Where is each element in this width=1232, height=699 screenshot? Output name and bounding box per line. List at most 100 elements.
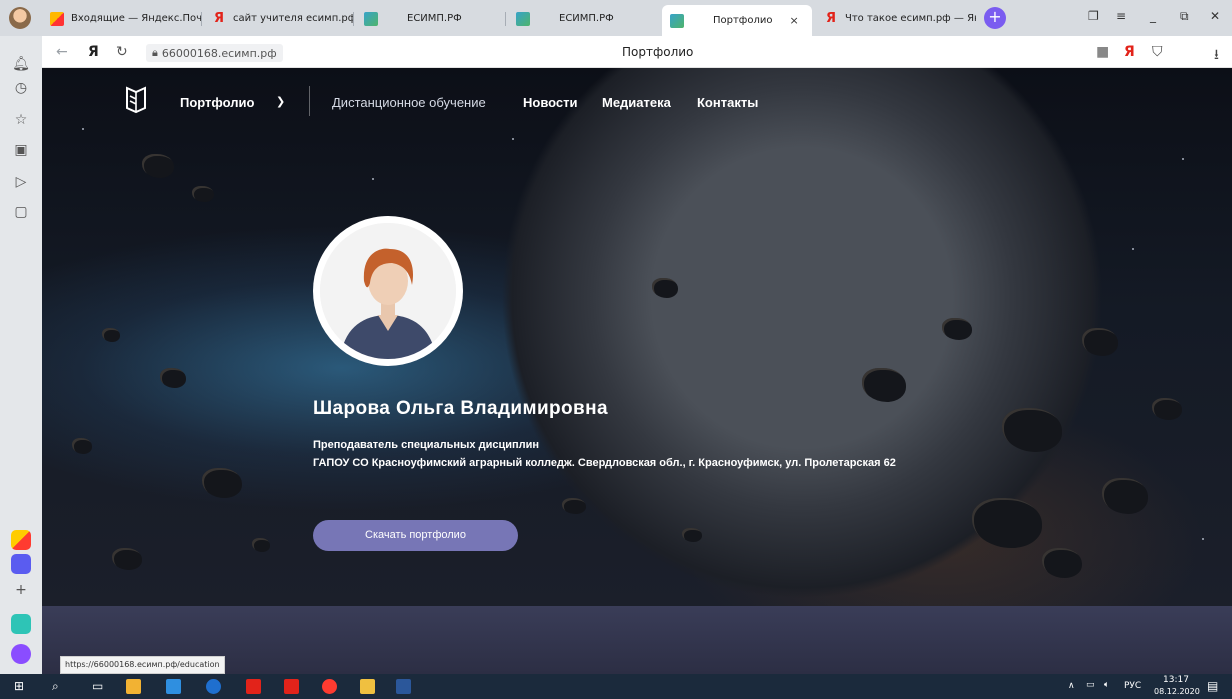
- tab-esimp-1[interactable]: ЕСИМП.РФ: [356, 5, 506, 32]
- notifications-icon[interactable]: 🔔︎: [11, 54, 31, 74]
- windows-taskbar: ⊞ ⌕ ▭ ∧ ▭ 🔈︎ РУС 13:17 08.12.2020 ▤: [0, 674, 1232, 699]
- tray-chevron-icon[interactable]: ∧: [1068, 681, 1075, 691]
- teacher-position: Преподаватель специальных дисциплин: [313, 439, 540, 451]
- yandex-browser-icon[interactable]: [284, 679, 299, 694]
- minimize-icon[interactable]: _: [1150, 9, 1156, 23]
- bookmark-icon[interactable]: ■: [1096, 44, 1109, 60]
- video-app-icon[interactable]: [11, 614, 31, 634]
- start-icon[interactable]: ⊞: [14, 679, 24, 693]
- mail-app-icon[interactable]: [166, 679, 181, 694]
- mail-app-icon[interactable]: [11, 530, 31, 550]
- restore-icon[interactable]: ⧉: [1180, 9, 1189, 24]
- browser-profile-avatar[interactable]: [9, 7, 31, 29]
- history-icon[interactable]: ◷: [11, 78, 31, 98]
- yandex-home-icon[interactable]: Я: [88, 44, 99, 60]
- reload-icon[interactable]: ↻: [116, 44, 128, 60]
- teacher-info: Преподаватель специальных дисциплин ГАПО…: [313, 436, 973, 472]
- nav-media-library[interactable]: Медиатека: [602, 95, 671, 110]
- alice-icon[interactable]: [11, 644, 31, 664]
- site-navigation: Портфолио ❯ Дистанционное обучение Новос…: [42, 68, 1232, 136]
- asteroid: [142, 154, 174, 178]
- back-icon[interactable]: ←: [56, 44, 68, 60]
- esimp-icon: [670, 13, 684, 28]
- url-text: 66000168.есимп.рф: [161, 46, 277, 60]
- window-close-icon[interactable]: ✕: [1210, 9, 1220, 23]
- yandex-icon: Я: [825, 10, 836, 26]
- messenger-app-icon[interactable]: [11, 554, 31, 574]
- mail-icon: [50, 11, 64, 26]
- teacher-organization: ГАПОУ СО Красноуфимский аграрный колледж…: [313, 457, 896, 469]
- collections-icon[interactable]: ▣: [11, 140, 31, 160]
- tab-label: ЕСИМП.РФ: [407, 13, 462, 24]
- clock-date[interactable]: 08.12.2020: [1154, 687, 1200, 696]
- volume-icon[interactable]: 🔈︎: [1104, 680, 1109, 690]
- tab-what-is-esimp[interactable]: Я Что такое есимп.рф — Ян: [816, 5, 976, 32]
- new-tab-button[interactable]: +: [984, 7, 1006, 29]
- nav-contacts[interactable]: Контакты: [697, 95, 758, 110]
- asteroid: [1002, 408, 1062, 452]
- asteroid: [1042, 548, 1082, 578]
- esimp-icon: [516, 11, 530, 26]
- asteroid: [192, 186, 214, 202]
- tab-label: ЕСИМП.РФ: [559, 13, 614, 24]
- file-explorer-icon[interactable]: [360, 679, 375, 694]
- address-bar: ← Я ↻ 🔒︎ 66000168.есимп.рф Портфолио ■ Я…: [42, 36, 1232, 68]
- tab-label: Что такое есимп.рф — Ян: [845, 13, 976, 24]
- nav-portfolio[interactable]: Портфолио: [180, 95, 254, 110]
- download-portfolio-button[interactable]: Скачать портфолио: [313, 520, 518, 551]
- protect-icon[interactable]: ⛉: [1152, 44, 1163, 60]
- tab-portfolio[interactable]: Портфолио ×: [662, 5, 812, 36]
- nav-divider: [309, 86, 310, 116]
- nav-news[interactable]: Новости: [523, 95, 578, 110]
- store-icon[interactable]: [126, 679, 141, 694]
- yandex-browser-icon[interactable]: [246, 679, 261, 694]
- status-bar-url: https://66000168.есимп.рф/education: [60, 656, 225, 674]
- asteroid: [102, 328, 120, 342]
- yandex-icon[interactable]: Я: [1124, 44, 1135, 60]
- close-icon[interactable]: ×: [790, 14, 799, 27]
- chevron-down-icon[interactable]: ❯: [276, 95, 285, 108]
- page-title: Портфолио: [622, 45, 694, 59]
- esimp-icon: [364, 11, 378, 26]
- url-field[interactable]: 🔒︎ 66000168.есимп.рф: [146, 44, 283, 62]
- asteroid: [942, 318, 972, 340]
- network-icon[interactable]: ▭: [1086, 680, 1095, 690]
- tab-label: Входящие — Яндекс.Почт: [71, 13, 202, 24]
- bookmarks-icon[interactable]: ☆: [11, 110, 31, 130]
- profile-avatar: [313, 216, 463, 366]
- asteroid: [160, 368, 186, 388]
- asteroid: [202, 468, 242, 498]
- calendar-icon[interactable]: ▢: [11, 202, 31, 222]
- search-icon[interactable]: ⌕: [52, 679, 59, 694]
- language-indicator[interactable]: РУС: [1124, 681, 1141, 691]
- tabs-overview-icon[interactable]: ❐: [1088, 9, 1099, 23]
- asteroid: [682, 528, 702, 542]
- tab-teacher-site[interactable]: Я сайт учителя есимп.рф —: [204, 5, 354, 32]
- yandex-app-icon[interactable]: [322, 679, 337, 694]
- browser-tab-strip: Входящие — Яндекс.Почт Я сайт учителя ес…: [0, 0, 1232, 36]
- task-view-icon[interactable]: ▭: [92, 679, 103, 693]
- tab-label: сайт учителя есимп.рф —: [233, 13, 354, 24]
- clock-time[interactable]: 13:17: [1163, 675, 1189, 685]
- site-logo-icon[interactable]: [126, 86, 146, 114]
- asteroid: [112, 548, 142, 570]
- teacher-name: Шарова Ольга Владимировна: [313, 398, 608, 419]
- asteroid: [1102, 478, 1148, 514]
- asteroid: [1152, 398, 1182, 420]
- menu-icon[interactable]: ≡: [1116, 9, 1126, 23]
- yandex-icon: Я: [213, 10, 224, 26]
- add-app-icon[interactable]: +: [11, 580, 31, 600]
- nav-distance-learning[interactable]: Дистанционное обучение: [332, 95, 486, 110]
- asteroid: [862, 368, 906, 402]
- asteroid: [252, 538, 270, 552]
- tab-mail[interactable]: Входящие — Яндекс.Почт: [42, 5, 202, 32]
- asteroid: [72, 438, 92, 454]
- tab-esimp-2[interactable]: ЕСИМП.РФ: [508, 5, 658, 32]
- notification-center-icon[interactable]: ▤: [1207, 679, 1218, 693]
- asteroid: [562, 498, 586, 514]
- browser-side-panel: 🔔︎ ◷ ☆ ▣ ▷ ▢ +: [0, 36, 42, 674]
- play-icon[interactable]: ▷: [11, 172, 31, 192]
- download-icon[interactable]: ⭳: [1214, 44, 1219, 68]
- edge-icon[interactable]: [206, 679, 221, 694]
- word-icon[interactable]: [396, 679, 411, 694]
